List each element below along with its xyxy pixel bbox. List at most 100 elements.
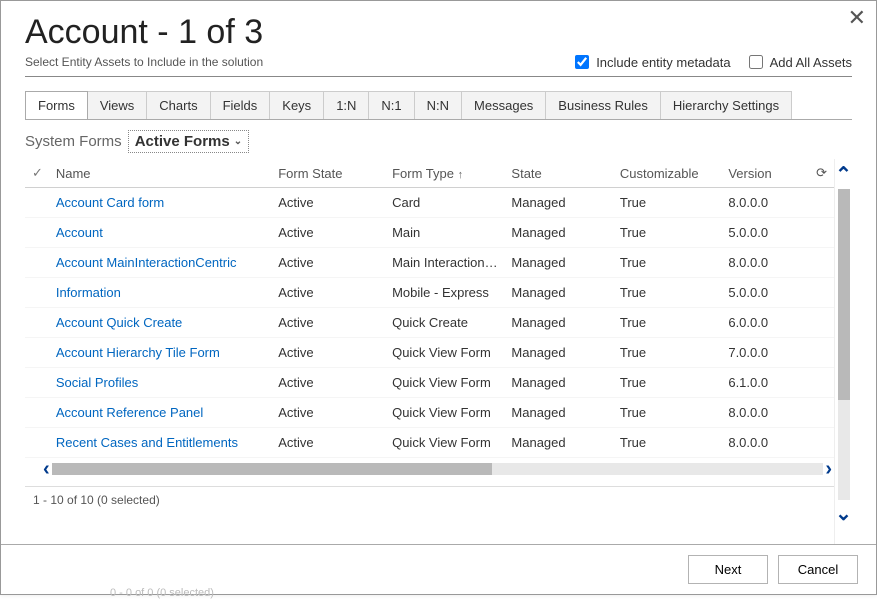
cell-state: Managed bbox=[505, 248, 613, 278]
tab-business-rules[interactable]: Business Rules bbox=[545, 91, 661, 119]
table-row[interactable]: Account Hierarchy Tile FormActiveQuick V… bbox=[25, 338, 834, 368]
form-link[interactable]: Recent Cases and Entitlements bbox=[56, 435, 238, 450]
cell-customizable: True bbox=[614, 428, 722, 458]
row-check[interactable] bbox=[25, 218, 50, 248]
cell-version: 8.0.0.0 bbox=[722, 428, 809, 458]
chevron-down-icon: ⌄ bbox=[234, 136, 242, 147]
col-check[interactable]: ✓ bbox=[25, 159, 50, 188]
cancel-button[interactable]: Cancel bbox=[778, 555, 858, 584]
cell-customizable: True bbox=[614, 278, 722, 308]
vertical-scrollbar[interactable]: ⌃ ⌄ bbox=[834, 159, 852, 544]
tab-forms[interactable]: Forms bbox=[25, 91, 88, 119]
include-entity-metadata-input[interactable] bbox=[575, 55, 589, 69]
solution-entity-dialog: ✕ Account - 1 of 3 Select Entity Assets … bbox=[0, 0, 877, 595]
cell-customizable: True bbox=[614, 368, 722, 398]
cell-form-state: Active bbox=[272, 338, 386, 368]
table-row[interactable]: Account Quick CreateActiveQuick CreateMa… bbox=[25, 308, 834, 338]
form-link[interactable]: Account Quick Create bbox=[56, 315, 182, 330]
v-scroll-track[interactable] bbox=[838, 189, 850, 500]
cell-name: Account Hierarchy Tile Form bbox=[50, 338, 272, 368]
table-row[interactable]: Account Reference PanelActiveQuick View … bbox=[25, 398, 834, 428]
tab-n-n[interactable]: N:N bbox=[414, 91, 462, 119]
tab-fields[interactable]: Fields bbox=[210, 91, 271, 119]
ghost-status: 0 - 0 of 0 (0 selected) bbox=[110, 587, 214, 599]
row-check[interactable] bbox=[25, 188, 50, 218]
v-scroll-thumb[interactable] bbox=[838, 189, 850, 400]
row-check[interactable] bbox=[25, 308, 50, 338]
cell-version: 7.0.0.0 bbox=[722, 338, 809, 368]
table-row[interactable]: InformationActiveMobile - ExpressManaged… bbox=[25, 278, 834, 308]
scroll-left-icon[interactable]: ‹ bbox=[41, 459, 52, 479]
form-link[interactable]: Account Card form bbox=[56, 195, 164, 210]
row-check[interactable] bbox=[25, 278, 50, 308]
cell-form-state: Active bbox=[272, 278, 386, 308]
h-scroll-track[interactable] bbox=[52, 463, 824, 475]
cell-version: 5.0.0.0 bbox=[722, 278, 809, 308]
next-button[interactable]: Next bbox=[688, 555, 768, 584]
table-row[interactable]: Account Card formActiveCardManagedTrue8.… bbox=[25, 188, 834, 218]
row-check[interactable] bbox=[25, 428, 50, 458]
col-version[interactable]: Version bbox=[722, 159, 809, 188]
table-row[interactable]: Recent Cases and EntitlementsActiveQuick… bbox=[25, 428, 834, 458]
cell-name: Recent Cases and Entitlements bbox=[50, 428, 272, 458]
tab-messages[interactable]: Messages bbox=[461, 91, 546, 119]
cell-customizable: True bbox=[614, 188, 722, 218]
form-link[interactable]: Account Reference Panel bbox=[56, 405, 203, 420]
tab-hierarchy-settings[interactable]: Hierarchy Settings bbox=[660, 91, 792, 119]
h-scroll-thumb[interactable] bbox=[52, 463, 492, 475]
cell-name: Account Reference Panel bbox=[50, 398, 272, 428]
cell-form-type: Quick Create bbox=[386, 308, 505, 338]
row-check[interactable] bbox=[25, 338, 50, 368]
tab-keys[interactable]: Keys bbox=[269, 91, 324, 119]
tab-1-n[interactable]: 1:N bbox=[323, 91, 369, 119]
include-entity-metadata-checkbox[interactable]: Include entity metadata bbox=[571, 52, 730, 72]
cell-version: 8.0.0.0 bbox=[722, 188, 809, 218]
cell-state: Managed bbox=[505, 338, 613, 368]
refresh-button[interactable]: ⟳ bbox=[809, 159, 834, 188]
col-form-type[interactable]: Form Type ↑ bbox=[386, 159, 505, 188]
page-title: Account - 1 of 3 bbox=[25, 13, 852, 52]
page-subtitle: Select Entity Assets to Include in the s… bbox=[25, 55, 263, 69]
tab-n-1[interactable]: N:1 bbox=[368, 91, 414, 119]
col-state[interactable]: State bbox=[505, 159, 613, 188]
cell-empty bbox=[809, 308, 834, 338]
row-check[interactable] bbox=[25, 398, 50, 428]
col-name[interactable]: Name bbox=[50, 159, 272, 188]
row-check[interactable] bbox=[25, 248, 50, 278]
form-link[interactable]: Account Hierarchy Tile Form bbox=[56, 345, 220, 360]
table-row[interactable]: Account MainInteractionCentricActiveMain… bbox=[25, 248, 834, 278]
col-form-state[interactable]: Form State bbox=[272, 159, 386, 188]
cell-empty bbox=[809, 368, 834, 398]
row-check[interactable] bbox=[25, 368, 50, 398]
scroll-down-icon[interactable]: ⌄ bbox=[835, 504, 852, 524]
subtitle-row: Select Entity Assets to Include in the s… bbox=[25, 52, 852, 77]
add-all-assets-checkbox[interactable]: Add All Assets bbox=[745, 52, 852, 72]
form-link[interactable]: Account bbox=[56, 225, 103, 240]
col-customizable[interactable]: Customizable bbox=[614, 159, 722, 188]
cell-state: Managed bbox=[505, 308, 613, 338]
col-form-type-label: Form Type bbox=[392, 166, 454, 181]
forms-table: ✓ Name Form State Form Type ↑ State Cust… bbox=[25, 159, 834, 458]
cell-empty bbox=[809, 338, 834, 368]
cell-customizable: True bbox=[614, 398, 722, 428]
tab-views[interactable]: Views bbox=[87, 91, 147, 119]
form-link[interactable]: Social Profiles bbox=[56, 375, 138, 390]
form-link[interactable]: Information bbox=[56, 285, 121, 300]
scroll-up-icon[interactable]: ⌃ bbox=[835, 165, 852, 185]
cell-version: 6.0.0.0 bbox=[722, 308, 809, 338]
tab-charts[interactable]: Charts bbox=[146, 91, 210, 119]
table-row[interactable]: Social ProfilesActiveQuick View FormMana… bbox=[25, 368, 834, 398]
scroll-right-icon[interactable]: › bbox=[823, 459, 834, 479]
close-icon[interactable]: ✕ bbox=[848, 7, 866, 29]
cell-name: Account Quick Create bbox=[50, 308, 272, 338]
filter-dropdown[interactable]: Active Forms ⌄ bbox=[128, 130, 249, 153]
cell-form-type: Main bbox=[386, 218, 505, 248]
cell-name: Account bbox=[50, 218, 272, 248]
horizontal-scrollbar[interactable]: ‹ › bbox=[41, 460, 834, 478]
cell-state: Managed bbox=[505, 398, 613, 428]
add-all-assets-input[interactable] bbox=[749, 55, 763, 69]
table-row[interactable]: AccountActiveMainManagedTrue5.0.0.0 bbox=[25, 218, 834, 248]
form-link[interactable]: Account MainInteractionCentric bbox=[56, 255, 237, 270]
cell-empty bbox=[809, 278, 834, 308]
tab-bar: FormsViewsChartsFieldsKeys1:NN:1N:NMessa… bbox=[25, 91, 852, 120]
